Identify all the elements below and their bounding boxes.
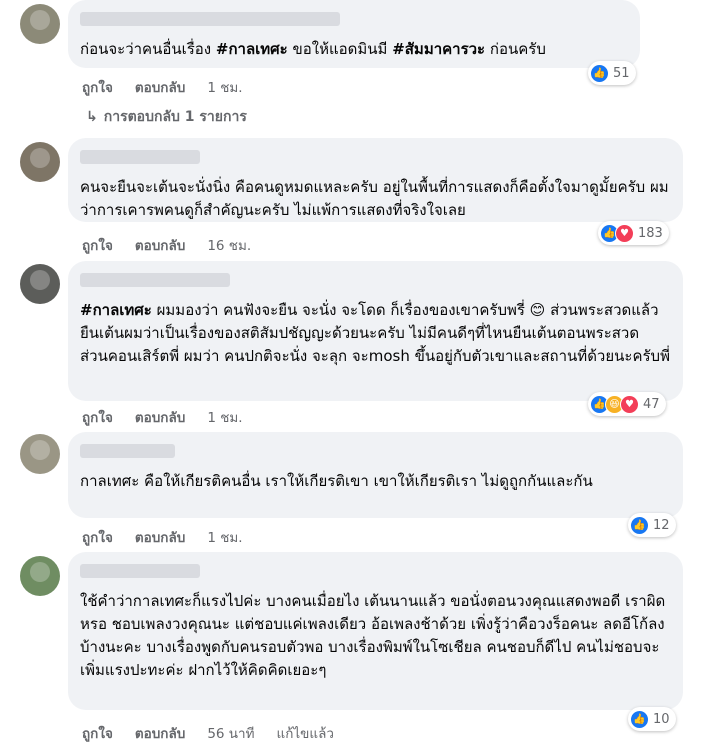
- comment-actions: ถูกใจ ตอบกลับ 16 ชม.: [82, 234, 273, 256]
- author-name[interactable]: [80, 444, 175, 458]
- author-name[interactable]: [80, 273, 230, 287]
- comment-bubble: ใช้คำว่ากาลเทศะก็แรงไปค่ะ บางคนเมื่อยไง …: [68, 552, 683, 710]
- timestamp[interactable]: 1 ชม.: [207, 526, 242, 548]
- timestamp[interactable]: 16 ชม.: [207, 234, 251, 256]
- reply-button[interactable]: ตอบกลับ: [135, 76, 185, 98]
- reaction-summary[interactable]: 👍 51: [588, 61, 636, 85]
- comment-bubble: ก่อนจะว่าคนอื่นเรื่อง #กาลเทศะ ขอให้แอดม…: [68, 0, 640, 68]
- hashtag-link[interactable]: #กาลเทศะ: [80, 301, 152, 319]
- comment-actions: ถูกใจ ตอบกลับ 1 ชม.: [82, 406, 265, 428]
- comment-bubble: คนจะยืนจะเต้นจะนั่งนิ่ง คือคนดูหมดแหละคร…: [68, 138, 683, 222]
- comment-text: กาลเทศะ คือให้เกียรติคนอื่น เราให้เกียรต…: [80, 472, 593, 490]
- hashtag-link[interactable]: #สัมมาคารวะ: [392, 40, 485, 58]
- love-reaction-icon: ♥: [620, 394, 639, 414]
- reaction-summary[interactable]: 👍 ♥ 183: [598, 221, 669, 245]
- hashtag-link[interactable]: #กาลเทศะ: [216, 40, 288, 58]
- comment-bubble: #กาลเทศะ ผมมองว่า คนฟังจะยืน จะนั่ง จะโด…: [68, 261, 683, 401]
- avatar[interactable]: [20, 4, 60, 44]
- like-button[interactable]: ถูกใจ: [82, 722, 113, 744]
- author-name[interactable]: [80, 564, 200, 578]
- reply-button[interactable]: ตอบกลับ: [135, 526, 185, 548]
- comment-actions: ถูกใจ ตอบกลับ 56 นาที แก้ไขแล้ว: [82, 722, 356, 744]
- like-button[interactable]: ถูกใจ: [82, 526, 113, 548]
- love-reaction-icon: ♥: [615, 223, 634, 243]
- reaction-summary[interactable]: 👍 10: [628, 707, 676, 731]
- reaction-summary[interactable]: 👍 12: [628, 513, 676, 537]
- author-name[interactable]: [80, 150, 200, 164]
- timestamp[interactable]: 1 ชม.: [207, 76, 242, 98]
- avatar[interactable]: [20, 142, 60, 182]
- reply-arrow-icon: ↳: [86, 109, 98, 125]
- comment-text: ใช้คำว่ากาลเทศะก็แรงไปค่ะ บางคนเมื่อยไง …: [80, 592, 666, 679]
- reply-button[interactable]: ตอบกลับ: [135, 406, 185, 428]
- comment-text: #กาลเทศะ ผมมองว่า คนฟังจะยืน จะนั่ง จะโด…: [80, 301, 670, 365]
- timestamp[interactable]: 56 นาที: [207, 722, 254, 744]
- view-replies-link[interactable]: ↳ การตอบกลับ 1 รายการ: [86, 106, 247, 128]
- like-reaction-icon: 👍: [630, 709, 649, 729]
- comment-actions: ถูกใจ ตอบกลับ 1 ชม.: [82, 526, 265, 548]
- like-button[interactable]: ถูกใจ: [82, 234, 113, 256]
- edited-label[interactable]: แก้ไขแล้ว: [277, 722, 334, 744]
- avatar[interactable]: [20, 556, 60, 596]
- like-button[interactable]: ถูกใจ: [82, 76, 113, 98]
- like-button[interactable]: ถูกใจ: [82, 406, 113, 428]
- comment-bubble: กาลเทศะ คือให้เกียรติคนอื่น เราให้เกียรต…: [68, 432, 683, 518]
- comment-text: คนจะยืนจะเต้นจะนั่งนิ่ง คือคนดูหมดแหละคร…: [80, 178, 669, 219]
- like-reaction-icon: 👍: [590, 63, 609, 83]
- reply-button[interactable]: ตอบกลับ: [135, 722, 185, 744]
- like-reaction-icon: 👍: [630, 515, 649, 535]
- author-name[interactable]: [80, 12, 340, 26]
- reaction-summary[interactable]: 👍 😆 ♥ 47: [588, 392, 666, 416]
- reply-button[interactable]: ตอบกลับ: [135, 234, 185, 256]
- avatar[interactable]: [20, 434, 60, 474]
- timestamp[interactable]: 1 ชม.: [207, 406, 242, 428]
- comment-actions: ถูกใจ ตอบกลับ 1 ชม.: [82, 76, 265, 98]
- avatar[interactable]: [20, 264, 60, 304]
- comment-text: ก่อนจะว่าคนอื่นเรื่อง #กาลเทศะ ขอให้แอดม…: [80, 40, 546, 58]
